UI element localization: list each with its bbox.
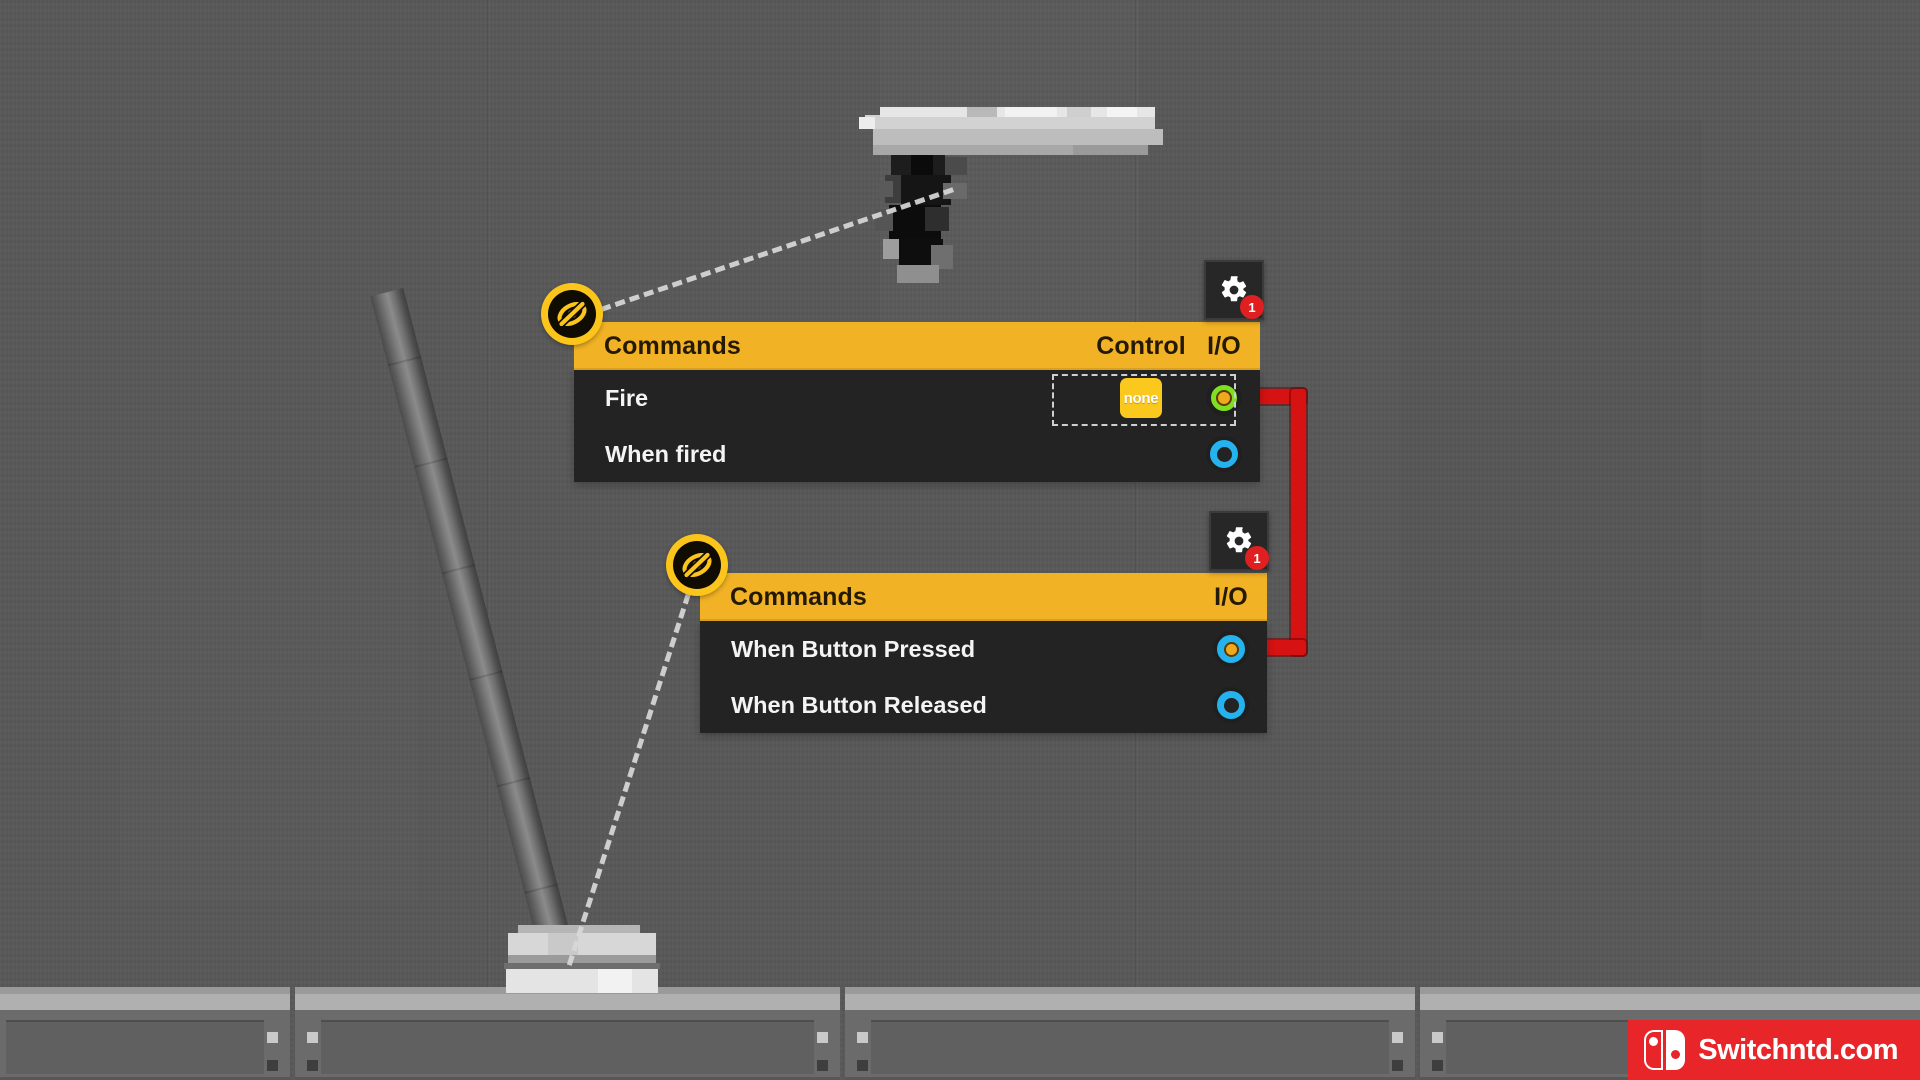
girder-bolt	[307, 1060, 318, 1071]
girder-bolt	[1432, 1032, 1443, 1043]
panel-title: Commands	[730, 582, 867, 611]
panel-header: Commands I/O	[700, 573, 1267, 621]
pole-segment-line	[387, 355, 422, 367]
girder-inner	[321, 1020, 814, 1074]
button-command-panel[interactable]: Commands I/O When Button Pressed When Bu…	[700, 573, 1267, 733]
girder-bolt	[1392, 1060, 1403, 1071]
girder-inner	[6, 1020, 264, 1074]
settings-badge-count: 1	[1245, 546, 1269, 570]
girder-bolt	[267, 1032, 278, 1043]
control-cell[interactable]: none	[1094, 378, 1188, 418]
wall-panel-block	[120, 520, 421, 900]
pistol-sprite	[845, 95, 1165, 285]
command-label: Fire	[605, 384, 649, 411]
girder-bolt	[307, 1032, 318, 1043]
pole-segment-line	[441, 563, 476, 575]
visibility-off-icon	[673, 541, 721, 589]
io-port-core	[1216, 446, 1232, 462]
io-port-core	[1216, 390, 1232, 406]
girder-bolt	[817, 1060, 828, 1071]
switch-joycon-left	[1644, 1030, 1664, 1070]
io-cell[interactable]	[1195, 631, 1267, 667]
switch-joycon-right	[1666, 1030, 1686, 1070]
girder-bolt	[1392, 1032, 1403, 1043]
io-port-event-blue-connected[interactable]	[1213, 631, 1249, 667]
panel-title: Commands	[604, 331, 741, 360]
io-port-event-blue[interactable]	[1213, 687, 1249, 723]
command-label: When Button Pressed	[731, 635, 976, 662]
weapon-panel-visibility-toggle[interactable]	[541, 283, 603, 345]
button-panel-visibility-toggle[interactable]	[666, 534, 728, 596]
watermark: Switchntd.com	[1628, 1020, 1920, 1080]
floor-girder	[295, 987, 840, 1080]
button-panel-settings-button[interactable]: 1	[1209, 511, 1269, 571]
floor-girder	[0, 987, 290, 1080]
wall-seam	[487, 0, 490, 1080]
io-cell[interactable]	[1188, 436, 1260, 472]
watermark-text: Switchntd.com	[1698, 1033, 1898, 1066]
io-cell[interactable]	[1188, 380, 1260, 416]
girder-bolt	[857, 1060, 868, 1071]
signal-wire-segment-right	[1291, 389, 1306, 655]
visibility-off-icon	[548, 290, 596, 338]
girder-bolt	[267, 1060, 278, 1071]
settings-badge-count: 1	[1240, 295, 1264, 319]
pole-segment-line	[414, 457, 448, 468]
column-header-io: I/O	[1207, 331, 1241, 360]
io-cell[interactable]	[1195, 687, 1267, 723]
wall-panel-block	[1400, 120, 1701, 640]
command-row-when-button-pressed[interactable]: When Button Pressed	[700, 621, 1267, 677]
pole-segment-line	[496, 776, 531, 788]
panel-body: Fire none When fired	[574, 370, 1260, 482]
column-header-control: Control	[1096, 331, 1186, 360]
visibility-off-glyph	[557, 299, 587, 329]
control-binding-chip[interactable]: none	[1120, 378, 1162, 418]
floor-girder	[845, 987, 1415, 1080]
panel-body: When Button Pressed When Button Released	[700, 621, 1267, 733]
pole-segment-line	[469, 670, 503, 681]
command-row-when-button-released[interactable]: When Button Released	[700, 677, 1267, 733]
nintendo-switch-logo-icon	[1644, 1030, 1686, 1070]
io-port-output-green[interactable]	[1206, 380, 1242, 416]
girder-bolt	[1432, 1060, 1443, 1071]
girder-bolt	[817, 1032, 828, 1043]
girder-bolt	[857, 1032, 868, 1043]
command-label: When Button Released	[731, 691, 987, 718]
game-screen: Commands Control I/O Fire none When fire…	[0, 0, 1920, 1080]
command-row-when-fired[interactable]: When fired	[574, 426, 1260, 482]
weapon-panel-settings-button[interactable]: 1	[1204, 260, 1264, 320]
io-port-event-blue[interactable]	[1206, 436, 1242, 472]
girder-inner	[871, 1020, 1389, 1074]
pole-segment-line	[524, 883, 558, 894]
command-row-fire[interactable]: Fire none	[574, 370, 1260, 426]
io-port-core	[1223, 641, 1239, 657]
io-port-core	[1223, 697, 1239, 713]
command-label: When fired	[605, 440, 727, 467]
visibility-off-glyph	[682, 550, 712, 580]
weapon-command-panel[interactable]: Commands Control I/O Fire none When fire…	[574, 322, 1260, 482]
column-header-io: I/O	[1214, 582, 1248, 611]
panel-header: Commands Control I/O	[574, 322, 1260, 370]
